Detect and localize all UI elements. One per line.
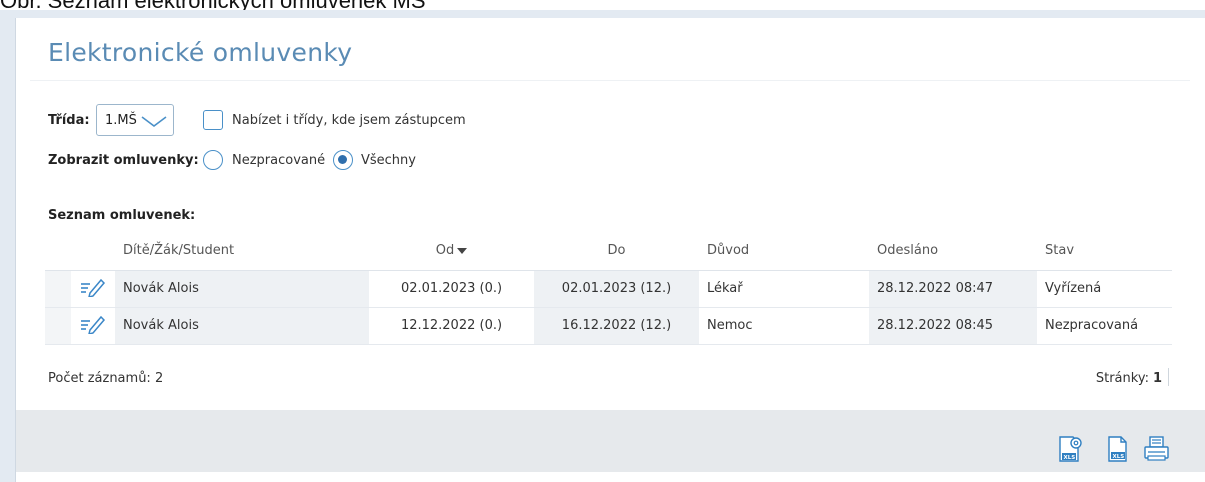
edit-icon[interactable] bbox=[71, 307, 115, 345]
cell-student: Novák Alois bbox=[115, 307, 369, 345]
list-heading: Seznam omluvenek: bbox=[48, 208, 196, 223]
svg-text:XLS: XLS bbox=[1113, 454, 1125, 460]
xls-settings-icon[interactable]: XLS bbox=[1056, 434, 1086, 464]
header-from[interactable]: Od bbox=[369, 232, 534, 271]
cell-from: 12.12.2022 (0.) bbox=[369, 307, 534, 345]
header-student[interactable]: Dítě/Žák/Student bbox=[115, 232, 369, 271]
header-action bbox=[71, 232, 115, 271]
substitute-classes-checkbox[interactable] bbox=[203, 110, 223, 130]
header-status[interactable]: Stav bbox=[1037, 232, 1172, 271]
edit-icon[interactable] bbox=[71, 270, 115, 308]
svg-text:XLS: XLS bbox=[1064, 455, 1076, 461]
table-header-row: Dítě/Žák/Student Od Do Důvod Odesláno St… bbox=[45, 232, 1172, 271]
record-count: Počet záznamů: 2 bbox=[48, 371, 164, 386]
pager: Stránky: 1 bbox=[1096, 371, 1162, 386]
class-select[interactable]: 1.MŠ bbox=[96, 104, 174, 136]
cell-reason: Nemoc bbox=[699, 307, 869, 345]
cell-sent: 28.12.2022 08:47 bbox=[869, 270, 1037, 308]
radio-all[interactable] bbox=[333, 150, 353, 170]
pages-label: Stránky: bbox=[1095, 371, 1149, 386]
header-sent[interactable]: Odesláno bbox=[869, 232, 1037, 271]
cell-status: Nezpracovaná bbox=[1037, 307, 1172, 345]
title-divider bbox=[30, 80, 1190, 81]
sort-desc-icon bbox=[457, 247, 468, 254]
excuses-table: Dítě/Žák/Student Od Do Důvod Odesláno St… bbox=[45, 232, 1172, 345]
header-reason[interactable]: Důvod bbox=[699, 232, 869, 271]
cell-to: 02.01.2023 (12.) bbox=[534, 270, 699, 308]
radio-unprocessed-label: Nezpracované bbox=[232, 153, 326, 168]
cell-reason: Lékař bbox=[699, 270, 869, 308]
cell-to: 16.12.2022 (12.) bbox=[534, 307, 699, 345]
cell-student: Novák Alois bbox=[115, 270, 369, 308]
class-select-value: 1.MŠ bbox=[105, 113, 137, 128]
radio-unprocessed[interactable] bbox=[203, 150, 223, 170]
table-row[interactable]: Novák Alois 12.12.2022 (0.) 16.12.2022 (… bbox=[45, 307, 1172, 345]
xls-export-icon[interactable]: XLS bbox=[1103, 434, 1133, 464]
class-label: Třída: bbox=[48, 113, 90, 128]
page-link-current[interactable]: 1 bbox=[1153, 371, 1162, 386]
header-select bbox=[45, 232, 71, 271]
radio-all-label: Všechny bbox=[361, 153, 416, 168]
pager-divider bbox=[1168, 368, 1169, 386]
substitute-classes-label: Nabízet i třídy, kde jsem zástupcem bbox=[232, 113, 466, 128]
row-selector[interactable] bbox=[45, 270, 71, 308]
cell-sent: 28.12.2022 08:45 bbox=[869, 307, 1037, 345]
show-filter-label: Zobrazit omluvenky: bbox=[48, 153, 199, 168]
cell-from: 02.01.2023 (0.) bbox=[369, 270, 534, 308]
header-to[interactable]: Do bbox=[534, 232, 699, 271]
chevron-down-icon bbox=[141, 116, 167, 127]
row-selector[interactable] bbox=[45, 307, 71, 345]
print-icon[interactable] bbox=[1142, 434, 1172, 464]
bottom-toolbar bbox=[16, 410, 1205, 472]
page-title: Elektronické omluvenky bbox=[48, 38, 353, 67]
table-row[interactable]: Novák Alois 02.01.2023 (0.) 02.01.2023 (… bbox=[45, 270, 1172, 308]
cell-status: Vyřízená bbox=[1037, 270, 1172, 308]
